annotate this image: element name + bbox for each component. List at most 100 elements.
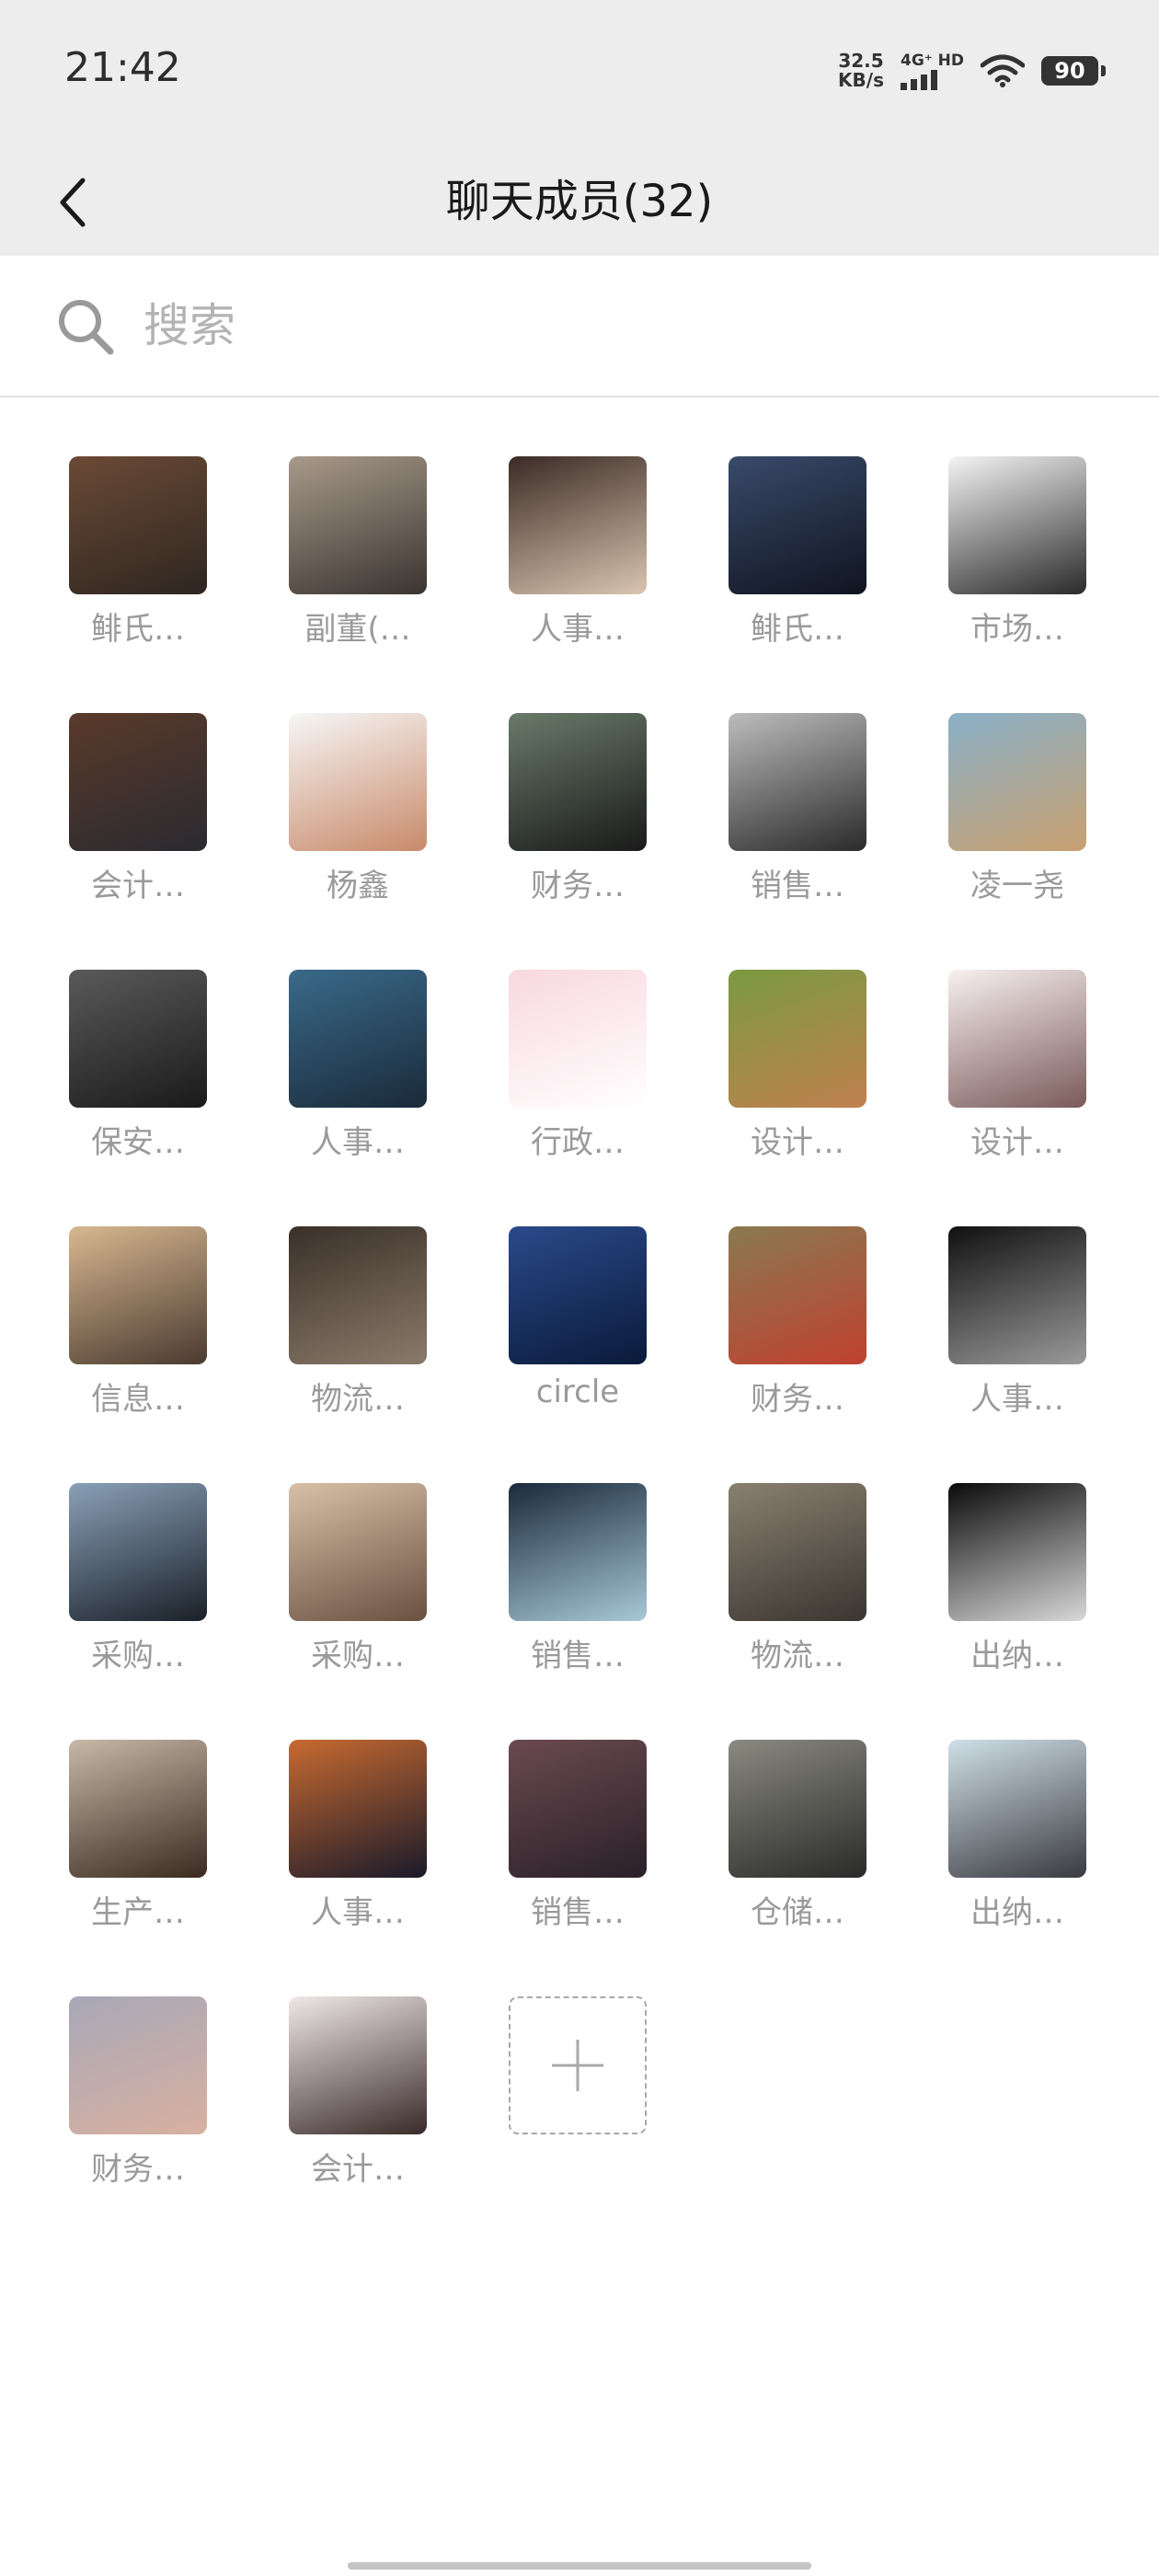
member-item[interactable]: 财务… [55,1996,221,2208]
member-avatar[interactable] [289,970,427,1108]
member-avatar[interactable] [69,970,207,1108]
page-title: 聊天成员(32) [445,176,714,227]
member-name: 人事… [311,1894,405,1931]
member-avatar[interactable] [948,456,1086,594]
member-avatar[interactable] [69,1740,207,1878]
member-name: 财务… [751,1381,844,1418]
member-name: 财务… [91,2151,185,2188]
member-name: 人事… [970,1381,1064,1418]
member-item[interactable]: 鲱氏… [55,456,221,668]
member-name: 副董(… [304,611,411,648]
member-name: 物流… [311,1381,405,1418]
member-name: 凌一尧 [970,868,1064,904]
home-indicator[interactable] [348,2562,811,2570]
member-item[interactable]: 行政… [495,970,660,1181]
member-name: 物流… [751,1638,844,1674]
member-avatar[interactable] [289,1740,427,1878]
member-item[interactable]: 出纳… [935,1483,1100,1695]
member-avatar[interactable] [729,1483,866,1621]
member-avatar[interactable] [289,1226,427,1364]
member-avatar[interactable] [729,970,866,1108]
member-item[interactable]: 会计… [275,1996,441,2208]
member-item[interactable]: 物流… [275,1226,441,1438]
battery-level: 90 [1054,58,1085,84]
member-avatar[interactable] [69,1996,207,2134]
member-item[interactable]: 生产… [55,1740,221,1951]
network-type: 4G⁺ HD [900,52,964,90]
member-item[interactable]: 财务… [495,713,660,925]
member-name: 会计… [311,2151,405,2188]
search-icon [59,300,114,355]
member-avatar[interactable] [729,713,866,851]
member-avatar[interactable] [948,970,1086,1108]
member-item[interactable]: 物流… [715,1483,880,1695]
member-avatar[interactable] [69,456,207,594]
member-avatar[interactable] [289,1483,427,1621]
member-item[interactable]: circle [495,1226,660,1438]
member-name: 人事… [531,611,625,648]
member-name: 人事… [311,1124,405,1161]
member-avatar[interactable] [948,713,1086,851]
member-avatar[interactable] [69,1483,207,1621]
member-item[interactable]: 销售… [495,1740,660,1951]
member-avatar[interactable] [729,1740,866,1878]
member-item[interactable]: 人事… [275,970,441,1181]
member-item[interactable]: 设计… [715,970,880,1181]
member-item[interactable]: 杨鑫 [275,713,441,925]
member-name: 出纳… [970,1894,1064,1931]
member-name: 出纳… [970,1638,1064,1674]
member-avatar[interactable] [509,1483,647,1621]
member-avatar[interactable] [509,456,647,594]
member-avatar[interactable] [729,1226,866,1364]
member-name: 销售… [531,1638,625,1674]
member-item[interactable]: 会计… [55,713,221,925]
member-avatar[interactable] [509,713,647,851]
member-name: 仓储… [751,1894,844,1931]
search-input[interactable] [143,293,971,359]
member-name: 鲱氏… [751,611,844,648]
member-item[interactable]: 副董(… [275,456,441,668]
member-avatar[interactable] [509,1226,647,1364]
member-avatar[interactable] [69,1226,207,1364]
member-item[interactable]: 采购… [55,1483,221,1695]
member-avatar[interactable] [509,1740,647,1878]
member-name: 设计… [751,1124,844,1161]
member-item[interactable]: 销售… [715,713,880,925]
member-item[interactable]: 人事… [935,1226,1100,1438]
add-member-button[interactable] [495,1996,660,2208]
member-item[interactable]: 信息… [55,1226,221,1438]
member-avatar[interactable] [69,713,207,851]
add-member-tile[interactable] [509,1996,647,2134]
member-name: 生产… [91,1894,185,1931]
member-item[interactable]: 财务… [715,1226,880,1438]
member-avatar[interactable] [509,970,647,1108]
member-avatar[interactable] [289,713,427,851]
member-avatar[interactable] [289,456,427,594]
status-bar: 21:42 32.5 KB/s 4G⁺ HD 90 [0,0,1159,147]
member-item[interactable]: 设计… [935,970,1100,1181]
status-icons: 32.5 KB/s 4G⁺ HD 90 [838,48,1106,94]
member-avatar[interactable] [948,1740,1086,1878]
member-item[interactable]: 仓储… [715,1740,880,1951]
network-speed-unit: KB/s [838,69,884,91]
member-item[interactable]: 人事… [495,456,660,668]
member-name: 财务… [531,868,625,904]
member-item[interactable]: 市场… [935,456,1100,668]
member-item[interactable]: 鲱氏… [715,456,880,668]
member-item[interactable]: 采购… [275,1483,441,1695]
member-name: 销售… [531,1894,625,1931]
signal-icon [900,70,937,90]
member-name: 采购… [311,1638,405,1674]
network-speed-value: 32.5 [838,50,884,72]
member-item[interactable]: 凌一尧 [935,713,1100,925]
member-avatar[interactable] [729,456,866,594]
wifi-icon [981,54,1025,87]
member-avatar[interactable] [948,1226,1086,1364]
member-item[interactable]: 人事… [275,1740,441,1951]
member-item[interactable]: 出纳… [935,1740,1100,1951]
member-item[interactable]: 销售… [495,1483,660,1695]
member-avatar[interactable] [948,1483,1086,1621]
member-name: 行政… [531,1124,625,1161]
member-item[interactable]: 保安… [55,970,221,1181]
member-avatar[interactable] [289,1996,427,2134]
